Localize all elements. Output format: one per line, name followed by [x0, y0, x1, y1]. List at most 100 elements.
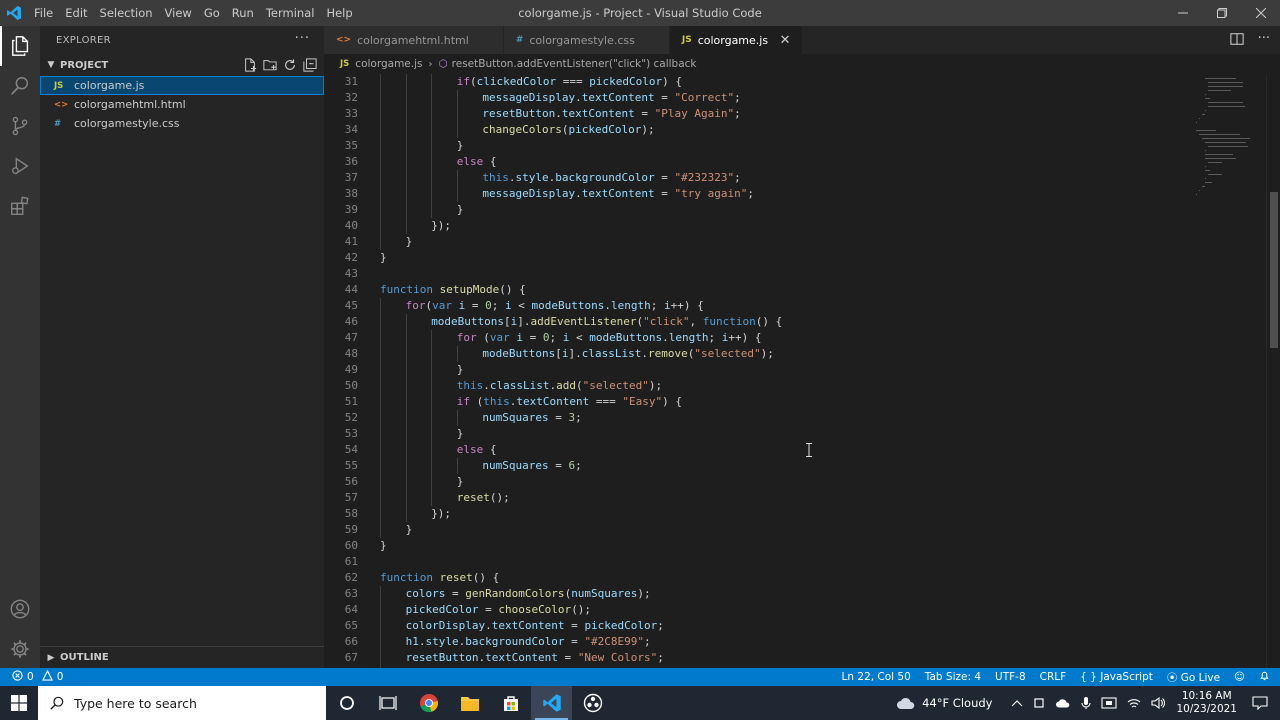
- file-item-colorgame-js[interactable]: JS colorgame.js: [40, 76, 324, 95]
- accounts-icon[interactable]: [0, 589, 40, 629]
- network-icon[interactable]: [1127, 697, 1141, 709]
- code-line[interactable]: 35}: [324, 138, 1194, 154]
- minimap[interactable]: [1194, 74, 1266, 668]
- code-line[interactable]: 50 this.classList.add("selected");: [324, 378, 1194, 394]
- tab-colorgamestyle-css[interactable]: # colorgamestyle.css: [503, 26, 670, 54]
- minimize-button[interactable]: [1163, 0, 1202, 26]
- code-line[interactable]: 31 if(clickedColor === pickedColor) {: [324, 74, 1194, 90]
- obs-icon[interactable]: [572, 686, 613, 720]
- cortana-icon[interactable]: [326, 686, 367, 720]
- explorer-icon[interactable]: [0, 26, 40, 66]
- tab-size[interactable]: Tab Size: 4: [925, 671, 981, 683]
- close-button[interactable]: [1241, 0, 1280, 26]
- code-line[interactable]: 63 colors = genRandomColors(numSquares);: [324, 586, 1194, 602]
- code-line[interactable]: 55 numSquares = 6;: [324, 458, 1194, 474]
- breadcrumb-file[interactable]: colorgame.js: [355, 58, 422, 70]
- code-line[interactable]: 32 messageDisplay.textContent = "Correct"…: [324, 90, 1194, 106]
- chevron-up-icon[interactable]: [1011, 699, 1023, 707]
- end-of-line[interactable]: CRLF: [1040, 671, 1067, 683]
- code-line[interactable]: 61: [324, 554, 1194, 570]
- taskbar-search-input[interactable]: Type here to search: [38, 686, 326, 720]
- menu-help[interactable]: Help: [320, 0, 358, 26]
- new-folder-icon[interactable]: [262, 57, 278, 73]
- code-line[interactable]: 36 else {: [324, 154, 1194, 170]
- code-line[interactable]: 66 h1.style.backgroundColor = "#2C8E99";: [324, 634, 1194, 650]
- vscode-logo-icon[interactable]: [0, 0, 28, 26]
- code-line[interactable]: 57 reset();: [324, 490, 1194, 506]
- code-line[interactable]: 67 resetButton.textContent = "New Colors"…: [324, 650, 1194, 666]
- collapse-all-icon[interactable]: [302, 57, 318, 73]
- search-icon[interactable]: [0, 66, 40, 106]
- code-line[interactable]: 37 this.style.backgroundColor = "#232323"…: [324, 170, 1194, 186]
- bell-icon[interactable]: [1259, 670, 1270, 684]
- code-line[interactable]: 62 function reset() {: [324, 570, 1194, 586]
- more-actions-icon[interactable]: ···: [295, 31, 310, 46]
- code-line[interactable]: 48 modeButtons[i].classList.remove("selec…: [324, 346, 1194, 362]
- run-debug-icon[interactable]: [0, 146, 40, 186]
- menu-run[interactable]: Run: [226, 0, 260, 26]
- more-actions-icon[interactable]: ···: [1258, 32, 1270, 49]
- language-mode[interactable]: { } JavaScript: [1080, 671, 1153, 683]
- code-line[interactable]: 42}: [324, 250, 1194, 266]
- code-line[interactable]: 46 modeButtons[i].addEventListener("click…: [324, 314, 1194, 330]
- store-icon[interactable]: [490, 686, 531, 720]
- project-section-header[interactable]: ▼ PROJECT: [40, 54, 324, 76]
- code-line[interactable]: 34 changeColors(pickedColor);: [324, 122, 1194, 138]
- go-live-button[interactable]: ⦿ Go Live: [1167, 670, 1220, 685]
- windows-start-icon[interactable]: [0, 686, 38, 720]
- menu-view[interactable]: View: [159, 0, 198, 26]
- encoding[interactable]: UTF-8: [995, 671, 1026, 683]
- volume-icon[interactable]: [1151, 697, 1166, 709]
- code-line[interactable]: 49}: [324, 362, 1194, 378]
- code-line[interactable]: 60}: [324, 538, 1194, 554]
- onedrive-icon[interactable]: [1055, 698, 1071, 708]
- code-line[interactable]: 64 pickedColor = chooseColor();: [324, 602, 1194, 618]
- extensions-icon[interactable]: [0, 186, 40, 226]
- feedback-icon[interactable]: ☺: [1234, 671, 1245, 683]
- code-line[interactable]: 39}: [324, 202, 1194, 218]
- notifications-icon[interactable]: [1252, 696, 1268, 710]
- file-explorer-icon[interactable]: [449, 686, 490, 720]
- editor-scrollbar[interactable]: [1266, 74, 1280, 668]
- meet-now-icon[interactable]: [1101, 697, 1118, 709]
- menu-selection[interactable]: Selection: [94, 0, 159, 26]
- code-line[interactable]: 40});: [324, 218, 1194, 234]
- code-line[interactable]: 38 messageDisplay.textContent = "try agai…: [324, 186, 1194, 202]
- code-line[interactable]: 56}: [324, 474, 1194, 490]
- breadcrumb-symbol[interactable]: resetButton.addEventListener("click") ca…: [452, 58, 697, 70]
- tab-colorgamehtml-html[interactable]: <> colorgamehtml.html: [324, 26, 504, 54]
- file-item-colorgamehtml-html[interactable]: <> colorgamehtml.html: [40, 95, 324, 114]
- problems-indicator[interactable]: 0 0: [0, 669, 63, 684]
- webcam-icon[interactable]: [1033, 697, 1045, 709]
- source-control-icon[interactable]: [0, 106, 40, 146]
- code-line[interactable]: 51 if (this.textContent === "Easy") {: [324, 394, 1194, 410]
- code-line[interactable]: 47 for (var i = 0; i < modeButtons.length…: [324, 330, 1194, 346]
- cursor-position[interactable]: Ln 22, Col 50: [842, 671, 911, 683]
- code-line[interactable]: 33 resetButton.textContent = "Play Again"…: [324, 106, 1194, 122]
- code-line[interactable]: 54 else {: [324, 442, 1194, 458]
- menu-go[interactable]: Go: [198, 0, 226, 26]
- menu-edit[interactable]: Edit: [59, 0, 93, 26]
- menu-file[interactable]: File: [28, 0, 59, 26]
- close-tab-icon[interactable]: ✕: [778, 33, 792, 48]
- code-line[interactable]: 53}: [324, 426, 1194, 442]
- weather-widget[interactable]: 44°F Cloudy: [896, 696, 992, 710]
- code-line[interactable]: 45 for(var i = 0; i < modeButtons.length;…: [324, 298, 1194, 314]
- file-item-colorgamestyle-css[interactable]: # colorgamestyle.css: [40, 114, 324, 133]
- tab-colorgame-js[interactable]: JS colorgame.js ✕: [669, 26, 804, 54]
- code-line[interactable]: 44 function setupMode() {: [324, 282, 1194, 298]
- menu-terminal[interactable]: Terminal: [260, 0, 321, 26]
- task-view-icon[interactable]: [367, 686, 408, 720]
- code-line[interactable]: 58});: [324, 506, 1194, 522]
- code-editor[interactable]: 31 if(clickedColor === pickedColor) {32 me…: [324, 74, 1280, 668]
- chrome-icon[interactable]: [408, 686, 449, 720]
- code-line[interactable]: 65 colorDisplay.textContent = pickedColor…: [324, 618, 1194, 634]
- code-line[interactable]: 59}: [324, 522, 1194, 538]
- gear-icon[interactable]: [0, 629, 40, 669]
- scrollbar-thumb[interactable]: [1270, 192, 1278, 348]
- refresh-icon[interactable]: [282, 57, 298, 73]
- split-editor-icon[interactable]: [1229, 32, 1244, 49]
- code-line[interactable]: 41}: [324, 234, 1194, 250]
- maximize-button[interactable]: [1202, 0, 1241, 26]
- new-file-icon[interactable]: [242, 57, 258, 73]
